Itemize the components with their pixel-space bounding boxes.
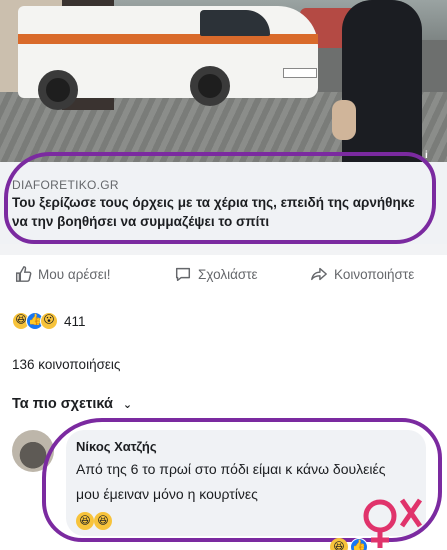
share-label: Κοινοποιήστε (334, 266, 415, 282)
highlight-oval-headline (4, 152, 436, 244)
reaction-summary[interactable]: 😆 👍 😮 411 (12, 312, 86, 330)
comment-button[interactable]: Σχολιάστε (174, 264, 258, 284)
reaction-count: 411 (64, 313, 86, 329)
share-arrow-icon (311, 267, 327, 281)
photo-license-plate (283, 68, 317, 78)
comment-sort-dropdown[interactable]: Τα πιο σχετικά ⌄ (12, 396, 132, 412)
comment-icon (175, 267, 191, 282)
info-icon[interactable]: i (425, 150, 435, 161)
shares-count[interactable]: 136 κοινοποιήσεις (12, 357, 120, 372)
chevron-down-icon: ⌄ (122, 398, 133, 411)
post-photo[interactable] (0, 0, 447, 162)
photo-person-arm (332, 100, 356, 140)
photo-wheel (38, 70, 78, 110)
photo-van-window (200, 10, 270, 36)
thumbs-up-icon (15, 266, 32, 282)
photo-person (342, 0, 422, 162)
comment-sort-label: Τα πιο σχετικά (12, 396, 113, 412)
comment-label: Σχολιάστε (198, 266, 258, 282)
like-button[interactable]: Μου αρέσει! (14, 264, 111, 284)
photo-wheel (190, 66, 230, 106)
photo-van-stripe (18, 34, 318, 44)
site-logo (363, 498, 423, 548)
share-button[interactable]: Κοινοποιήστε (310, 264, 414, 284)
wow-icon: 😮 (40, 312, 58, 330)
like-label: Μου αρέσει! (38, 266, 111, 282)
